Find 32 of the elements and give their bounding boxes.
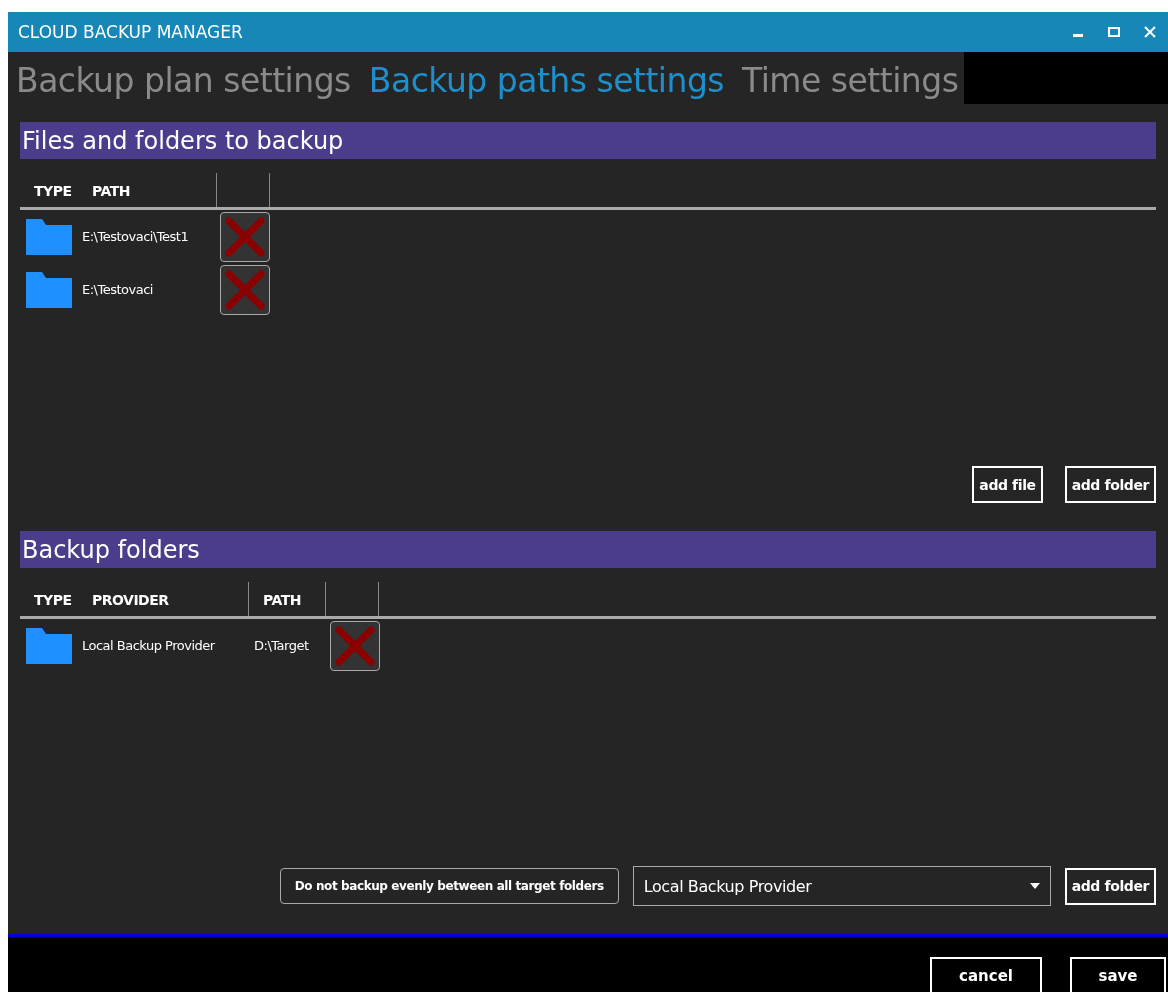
path-cell-text: D:\Target (254, 638, 310, 653)
provider-dropdown[interactable]: Local Backup Provider (632, 866, 1051, 906)
folder-icon (26, 627, 72, 664)
tab[interactable]: Time settings (742, 60, 959, 100)
window-title: CLOUD BACKUP MANAGER (18, 22, 244, 42)
minimize-icon (1073, 34, 1083, 37)
maximize-icon (1108, 27, 1120, 37)
delete-button[interactable] (220, 211, 270, 262)
folder-icon (26, 271, 72, 308)
section-title: Files and folders to backup (22, 126, 344, 155)
column-header: TYPE (33, 592, 73, 610)
column-header: TYPE (33, 183, 73, 201)
add-button[interactable]: add file (972, 466, 1043, 503)
footer-button[interactable]: save (1070, 957, 1166, 992)
tab[interactable]: Backup plan settings (16, 60, 351, 100)
column-header: PATH (262, 592, 302, 610)
path-cell-text: E:\Testovaci (82, 282, 154, 297)
distribution-toggle-button[interactable]: Do not backup evenly between all target folders (279, 868, 619, 904)
caret-icon (1029, 883, 1040, 889)
close-icon (1144, 26, 1156, 38)
folder-icon (26, 218, 72, 255)
delete-button[interactable] (330, 620, 380, 671)
provider-cell-text: Local Backup Provider (82, 638, 216, 653)
column-header: PATH (92, 183, 131, 201)
add-button[interactable]: add folder (1064, 466, 1156, 503)
tab[interactable]: Backup paths settings (368, 60, 725, 100)
section-title: Backup folders (22, 535, 200, 564)
add-button[interactable]: add folder (1064, 867, 1156, 905)
column-header: PROVIDER (92, 592, 170, 610)
footer-button[interactable]: cancel (930, 957, 1042, 992)
delete-button[interactable] (220, 264, 270, 315)
path-cell-text: E:\Testovaci\Test1 (82, 229, 190, 244)
